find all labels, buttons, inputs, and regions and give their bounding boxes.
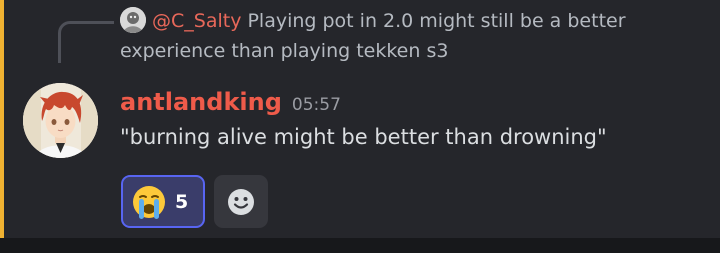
timestamp: 05:57	[291, 95, 341, 115]
author-name[interactable]: antlandking	[120, 88, 282, 116]
avatar[interactable]	[23, 83, 98, 158]
loudly-crying-face-icon	[133, 185, 165, 219]
mention-highlight-bar	[0, 0, 4, 238]
smiley-add-icon	[228, 188, 254, 215]
reaction-count: 5	[175, 190, 189, 213]
bottom-divider	[0, 238, 720, 253]
chat-message: @C_Salty Playing pot in 2.0 might still b…	[0, 0, 720, 238]
reply-author-avatar[interactable]	[120, 7, 146, 33]
reply-connector-line	[58, 21, 114, 63]
message-content: "burning alive might be better than drow…	[120, 125, 607, 149]
message-header: antlandking 05:57	[120, 88, 341, 122]
reaction-crying[interactable]: 5	[121, 175, 205, 228]
reply-author-name[interactable]: @C_Salty	[152, 10, 241, 32]
reply-preview[interactable]: @C_Salty Playing pot in 2.0 might still b…	[120, 6, 680, 66]
add-reaction-button[interactable]	[214, 175, 268, 228]
